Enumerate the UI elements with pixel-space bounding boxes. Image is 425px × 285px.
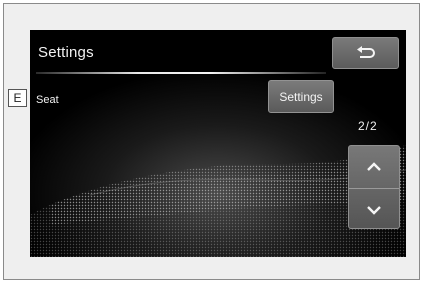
seat-settings-button[interactable]: Settings xyxy=(268,80,334,113)
display-screen: Settings Seat Settings 2/2 xyxy=(30,30,406,257)
scroll-down-button[interactable] xyxy=(349,188,399,228)
back-button[interactable] xyxy=(332,37,399,69)
page-scroll-controls xyxy=(348,145,400,229)
figure-page: E Settings Seat Settings 2/2 xyxy=(0,0,425,285)
page-title: Settings xyxy=(38,44,94,61)
page-indicator: 2/2 xyxy=(358,119,378,133)
seat-label: Seat xyxy=(36,94,59,106)
return-arrow-icon xyxy=(356,46,375,58)
chevron-down-icon xyxy=(367,205,381,215)
scroll-up-button[interactable] xyxy=(349,146,399,187)
chevron-up-icon xyxy=(367,161,381,171)
callout-label-e: E xyxy=(8,89,27,107)
title-divider xyxy=(36,72,326,74)
